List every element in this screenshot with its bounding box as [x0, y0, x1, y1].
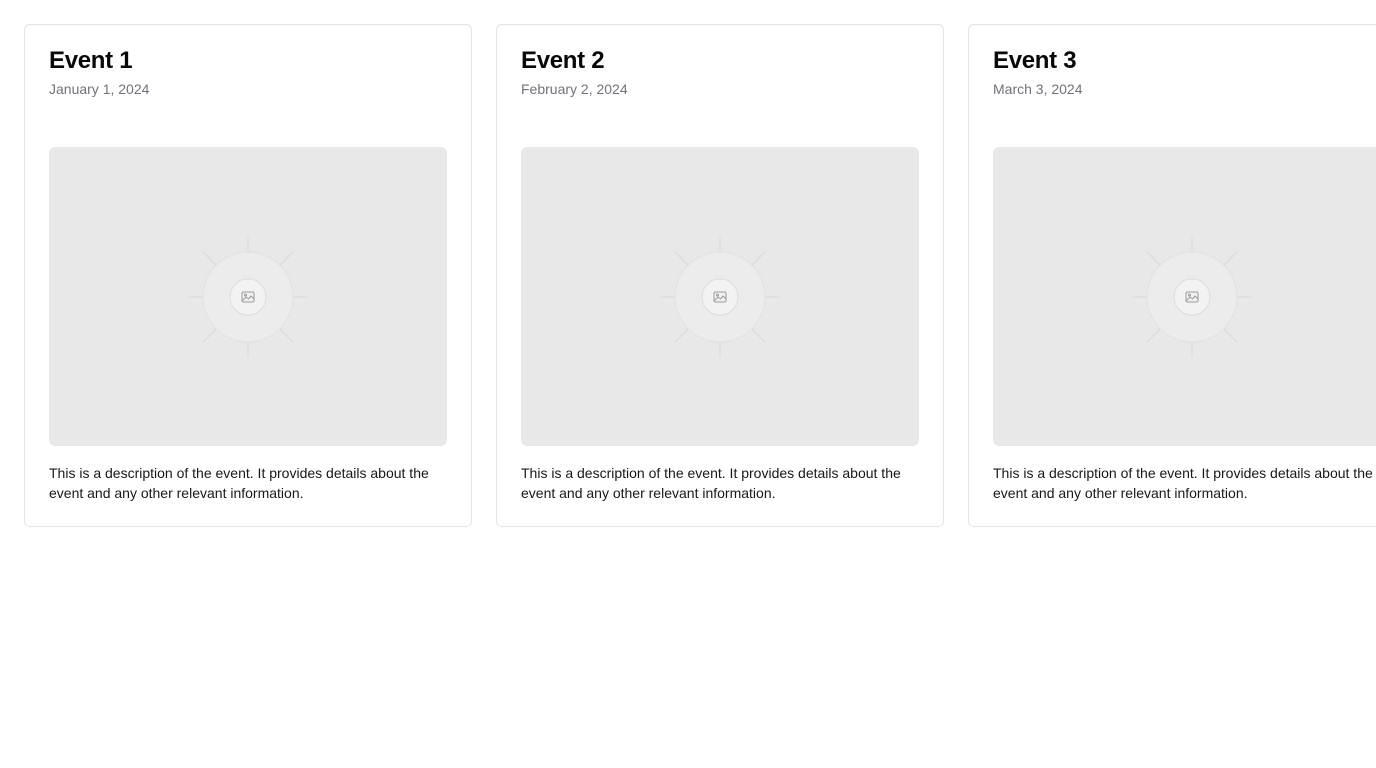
event-card-list: Event 1 January 1, 2024 This is a descri… [24, 24, 1376, 527]
image-placeholder-icon [660, 236, 780, 357]
event-card: Event 1 January 1, 2024 This is a descri… [24, 24, 472, 527]
event-title: Event 3 [993, 47, 1077, 74]
event-title: Event 1 [49, 47, 133, 74]
event-description: This is a description of the event. It p… [993, 465, 1373, 501]
page: Event 1 January 1, 2024 This is a descri… [0, 0, 1376, 768]
image-placeholder-icon [188, 236, 308, 357]
event-card: Event 2 February 2, 2024 This is a descr… [496, 24, 944, 527]
image-placeholder-icon [1132, 236, 1252, 357]
event-date: January 1, 2024 [49, 81, 150, 97]
event-image [521, 147, 919, 446]
event-card: Event 3 March 3, 2024 This is a descript… [968, 24, 1376, 527]
event-description: This is a description of the event. It p… [49, 465, 429, 501]
event-description: This is a description of the event. It p… [521, 465, 901, 501]
event-image [49, 147, 447, 446]
event-date: March 3, 2024 [993, 81, 1083, 97]
event-date: February 2, 2024 [521, 81, 628, 97]
event-image [993, 147, 1376, 446]
event-title: Event 2 [521, 47, 605, 74]
